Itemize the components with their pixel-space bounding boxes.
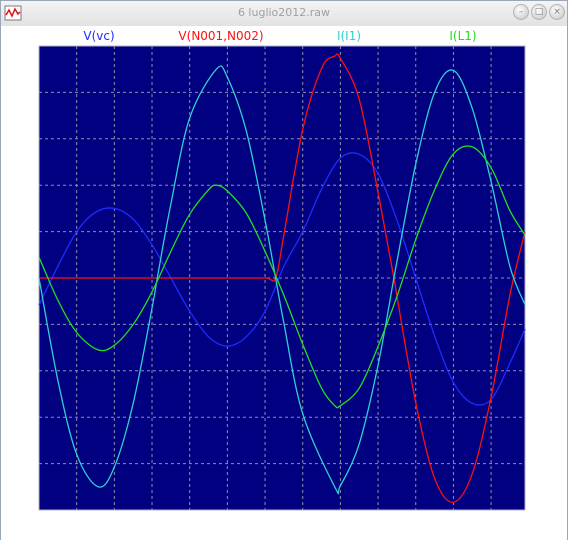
y-right-tick-label: 8A [539, 178, 556, 192]
y-left-tick-label: 18V [10, 132, 34, 146]
x-tick-label: 5s [220, 519, 234, 533]
y-left-tick-label: -6V [13, 317, 34, 331]
y-left-tick-label: 12V [10, 178, 34, 192]
x-tick-label: 2s [107, 519, 121, 533]
y-right-tick-label: -20A [539, 503, 567, 517]
x-tick-label: 11s [443, 519, 465, 533]
y-right-tick-label: 16A [539, 85, 563, 99]
minimize-icon: – [518, 7, 524, 17]
legend: V(vc) V(N001,N002) I(I1) I(L1) [83, 29, 476, 43]
y-right-tick-label: 0A [539, 271, 556, 285]
x-tick-label: 8s [333, 519, 347, 533]
y-left-tick-label: 30V [10, 39, 34, 53]
waveform-viewer-window: 6 luglio2012.raw – □ × 0s 1s 2s 3s 4s 5s 6s 7s 8… [0, 0, 568, 540]
close-button[interactable]: × [549, 4, 565, 20]
x-tick-label: 9s [371, 519, 385, 533]
x-tick-label: 1s [70, 519, 84, 533]
y-left-tick-label: 6V [17, 225, 34, 239]
x-tick-label: 10s [405, 519, 427, 533]
y-left-tick-label: 24V [10, 85, 34, 99]
minimize-button[interactable]: – [513, 4, 529, 20]
x-tick-label: 12s [480, 519, 502, 533]
close-icon: × [553, 7, 561, 17]
y-right-tick-label: -8A [539, 364, 560, 378]
maximize-button[interactable]: □ [531, 4, 547, 20]
maximize-icon: □ [534, 7, 544, 17]
x-tick-label: 4s [183, 519, 197, 533]
x-tick-label: 6s [258, 519, 272, 533]
y-right-tick-label: -4A [539, 317, 560, 331]
y-left-tick-label: -24V [5, 457, 34, 471]
y-left-tick-label: -30V [5, 503, 34, 517]
legend-label-IL1[interactable]: I(L1) [449, 29, 476, 43]
y-right-tick-label: 4A [539, 225, 556, 239]
title-bar[interactable]: 6 luglio2012.raw – □ × [1, 1, 567, 27]
legend-label-VN001N002[interactable]: V(N001,N002) [178, 29, 263, 43]
y-left-tick-label: 0V [17, 271, 34, 285]
plot-pane[interactable]: 0s 1s 2s 3s 4s 5s 6s 7s 8s 9s 10s 11s 12s 30V 20A 24V 16… [1, 26, 568, 540]
y-right-tick-label: -12A [539, 410, 567, 424]
x-tick-label: 0s [32, 519, 46, 533]
x-tick-label: 7s [296, 519, 310, 533]
y-left-tick-label: -12V [5, 364, 34, 378]
y-left-tick-label: -18V [5, 410, 34, 424]
legend-label-Vvc[interactable]: V(vc) [83, 29, 114, 43]
y-right-tick-label: 12A [539, 132, 563, 146]
y-right-tick-label: 20A [539, 39, 563, 53]
window-title: 6 luglio2012.raw [237, 6, 331, 19]
x-tick-label: 3s [145, 519, 159, 533]
waveform-chart[interactable]: 0s 1s 2s 3s 4s 5s 6s 7s 8s 9s 10s 11s 12s 30V 20A 24V 16… [1, 26, 567, 540]
y-right-tick-label: -16A [539, 457, 567, 471]
legend-label-Il1[interactable]: I(I1) [337, 29, 361, 43]
